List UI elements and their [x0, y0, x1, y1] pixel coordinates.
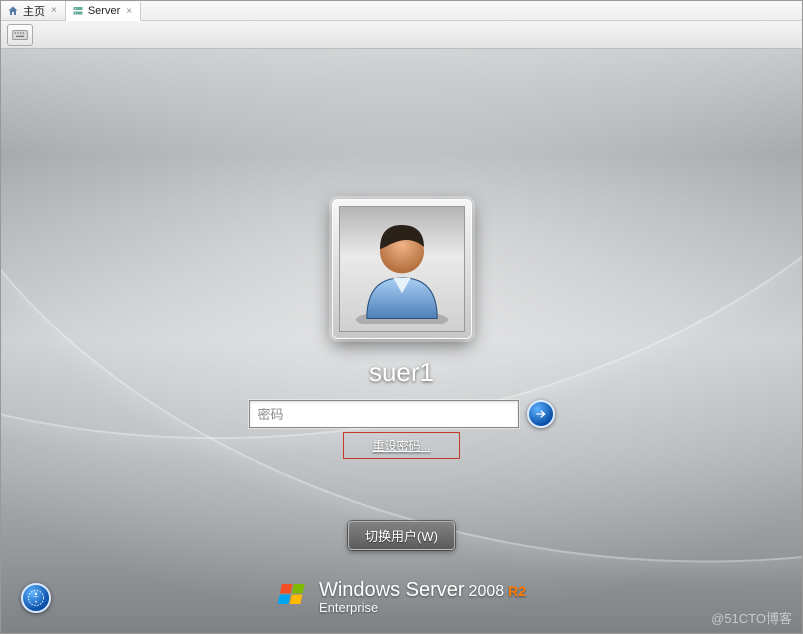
close-icon[interactable]: ×: [49, 5, 59, 16]
keyboard-icon: [12, 29, 28, 41]
reset-password-link[interactable]: 重设密码...: [343, 432, 459, 459]
ease-of-access-button[interactable]: [21, 583, 51, 613]
submit-button[interactable]: [527, 400, 555, 428]
password-input[interactable]: [249, 400, 519, 428]
arrow-right-icon: [534, 407, 548, 421]
ease-of-access-icon: [27, 589, 45, 607]
toolbar: [1, 21, 802, 49]
app-window: 主页 × Server ×: [0, 0, 803, 634]
tab-home[interactable]: 主页 ×: [1, 1, 66, 20]
brand-r2: R2: [508, 584, 526, 599]
user-block: suer1 重设密码...: [249, 199, 555, 459]
reset-password-row: 重设密码...: [343, 432, 459, 459]
tab-server[interactable]: Server ×: [66, 2, 141, 21]
password-row: [249, 400, 555, 428]
brand-text: Windows Server 2008 R2 Enterprise: [319, 580, 526, 615]
tab-strip: 主页 × Server ×: [1, 1, 802, 21]
windows-logo-icon: [277, 580, 309, 612]
send-cad-button[interactable]: [7, 24, 33, 46]
tab-label: Server: [88, 5, 120, 17]
close-icon[interactable]: ×: [124, 6, 134, 17]
branding: Windows Server 2008 R2 Enterprise: [277, 580, 526, 615]
switch-user-button[interactable]: 切换用户(W): [348, 521, 455, 550]
server-icon: [72, 5, 84, 17]
username-label: suer1: [369, 357, 434, 388]
brand-product: Windows Server: [319, 580, 465, 601]
brand-year: 2008: [469, 584, 505, 601]
login-screen: suer1 重设密码... 切换用户(W): [1, 49, 802, 633]
avatar-frame: [332, 199, 472, 339]
watermark: @51CTO博客: [711, 608, 792, 627]
home-icon: [7, 5, 19, 17]
brand-edition: Enterprise: [319, 601, 526, 615]
tab-label: 主页: [23, 3, 45, 19]
user-avatar-icon: [339, 206, 465, 332]
